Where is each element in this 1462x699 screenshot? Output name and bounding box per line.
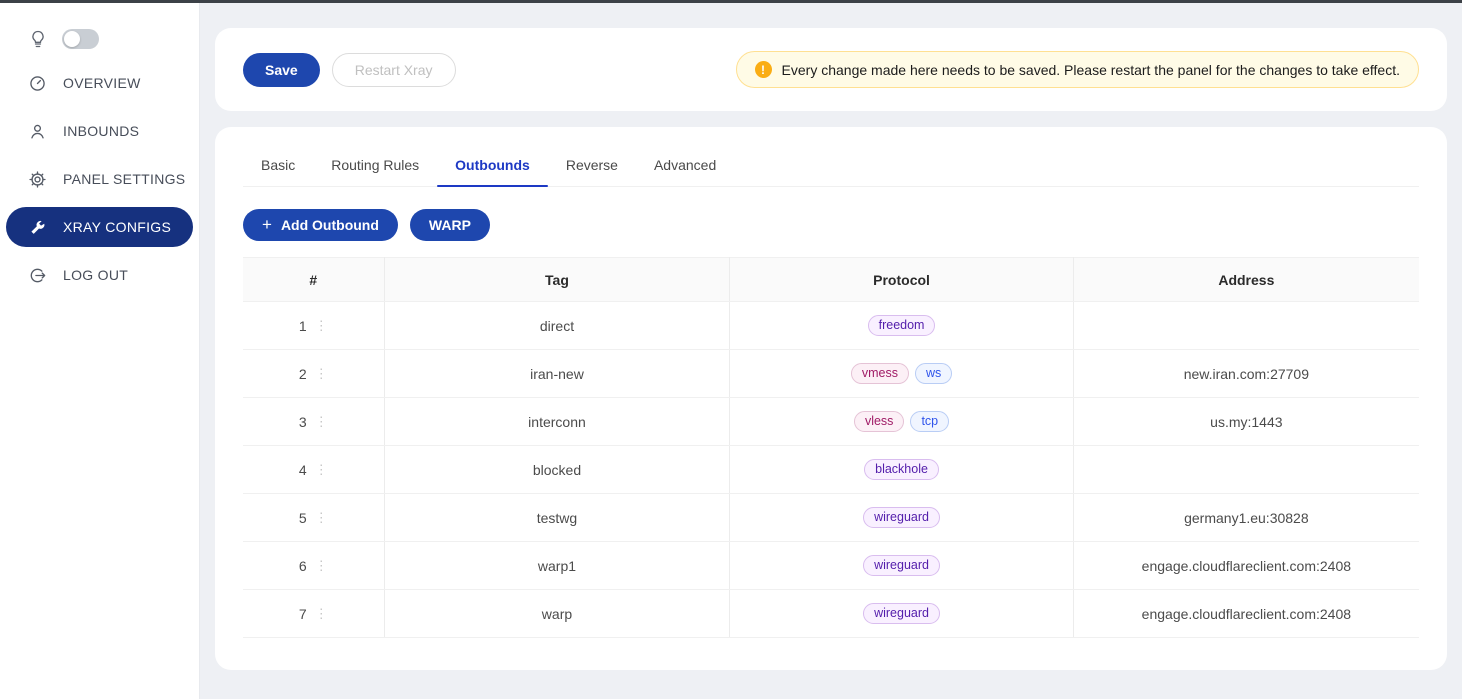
warning-alert-text: Every change made here needs to be saved… — [782, 62, 1400, 78]
protocol-badge: vmess — [851, 363, 909, 384]
sidebar-nav: OVERVIEW INBOUNDS PANEL SETTINGS XRAY CO… — [0, 63, 199, 295]
sidebar-item-overview[interactable]: OVERVIEW — [6, 63, 193, 103]
sidebar-item-xray-configs[interactable]: XRAY CONFIGS — [6, 207, 193, 247]
address-cell: engage.cloudflareclient.com:2408 — [1073, 590, 1419, 638]
logout-icon — [28, 266, 47, 285]
address-cell: engage.cloudflareclient.com:2408 — [1073, 542, 1419, 590]
warp-button[interactable]: WARP — [410, 209, 490, 241]
transport-badge: tcp — [910, 411, 949, 432]
protocol-cell: vmessws — [730, 350, 1073, 398]
protocol-badge: freedom — [868, 315, 936, 336]
sidebar-item-label: PANEL SETTINGS — [63, 171, 185, 187]
tag-cell: testwg — [384, 494, 730, 542]
toggle-knob — [64, 31, 80, 47]
sidebar-item-label: INBOUNDS — [63, 123, 139, 139]
row-number: 7 — [299, 606, 307, 622]
table-row: 1 ⋮ direct freedom — [243, 302, 1419, 350]
row-number: 4 — [299, 462, 307, 478]
main-content: Save Restart Xray ! Every change made he… — [200, 3, 1462, 699]
dark-mode-toggle[interactable] — [62, 29, 99, 49]
row-menu-handle-icon[interactable]: ⋮ — [315, 414, 328, 430]
sidebar-item-inbounds[interactable]: INBOUNDS — [6, 111, 193, 151]
row-number: 6 — [299, 558, 307, 574]
actions-card: Save Restart Xray ! Every change made he… — [215, 28, 1447, 111]
table-row: 7 ⋮ warp wireguard engage.cloudflareclien… — [243, 590, 1419, 638]
table-row: 5 ⋮ testwg wireguard germany1.eu:30828 — [243, 494, 1419, 542]
tag-cell: warp — [384, 590, 730, 638]
configs-card: Basic Routing Rules Outbounds Reverse Ad… — [215, 127, 1447, 670]
column-header-tag: Tag — [384, 258, 730, 302]
address-cell: new.iran.com:27709 — [1073, 350, 1419, 398]
gear-icon — [28, 170, 47, 189]
warning-alert: ! Every change made here needs to be sav… — [736, 51, 1419, 88]
protocol-cell: wireguard — [730, 590, 1073, 638]
transport-badge: ws — [915, 363, 952, 384]
tab-advanced[interactable]: Advanced — [636, 147, 734, 186]
tag-cell: iran-new — [384, 350, 730, 398]
warning-icon: ! — [755, 61, 772, 78]
tab-bar: Basic Routing Rules Outbounds Reverse Ad… — [243, 147, 1419, 187]
sidebar-item-label: OVERVIEW — [63, 75, 141, 91]
protocol-cell: blackhole — [730, 446, 1073, 494]
row-menu-handle-icon[interactable]: ⋮ — [315, 318, 328, 334]
protocol-badge: wireguard — [863, 555, 940, 576]
sidebar: OVERVIEW INBOUNDS PANEL SETTINGS XRAY CO… — [0, 3, 200, 699]
row-menu-handle-icon[interactable]: ⋮ — [315, 366, 328, 382]
protocol-cell: freedom — [730, 302, 1073, 350]
row-menu-handle-icon[interactable]: ⋮ — [315, 462, 328, 478]
outbounds-table: # Tag Protocol Address 1 ⋮ direct freedom — [243, 257, 1419, 638]
outbounds-toolbar: + Add Outbound WARP — [243, 209, 1419, 241]
row-menu-handle-icon[interactable]: ⋮ — [315, 510, 328, 526]
tab-reverse[interactable]: Reverse — [548, 147, 636, 186]
address-cell: germany1.eu:30828 — [1073, 494, 1419, 542]
row-number: 3 — [299, 414, 307, 430]
tag-cell: blocked — [384, 446, 730, 494]
row-menu-handle-icon[interactable]: ⋮ — [315, 558, 328, 574]
wrench-icon — [28, 218, 47, 237]
table-row: 4 ⋮ blocked blackhole — [243, 446, 1419, 494]
protocol-cell: wireguard — [730, 494, 1073, 542]
address-cell — [1073, 446, 1419, 494]
column-header-address: Address — [1073, 258, 1419, 302]
sidebar-item-panel-settings[interactable]: PANEL SETTINGS — [6, 159, 193, 199]
protocol-badge: wireguard — [863, 507, 940, 528]
row-number: 1 — [299, 318, 307, 334]
tab-outbounds[interactable]: Outbounds — [437, 147, 548, 186]
table-row: 3 ⋮ interconn vless tcp us.my:1443 — [243, 398, 1419, 446]
dashboard-icon — [28, 74, 47, 93]
plus-icon: + — [262, 218, 272, 232]
address-cell: us.my:1443 — [1073, 398, 1419, 446]
tab-routing-rules[interactable]: Routing Rules — [313, 147, 437, 186]
protocol-badge: blackhole — [864, 459, 939, 480]
column-header-number: # — [243, 258, 384, 302]
add-outbound-button[interactable]: + Add Outbound — [243, 209, 398, 241]
tag-cell: interconn — [384, 398, 730, 446]
app: OVERVIEW INBOUNDS PANEL SETTINGS XRAY CO… — [0, 3, 1462, 699]
add-outbound-label: Add Outbound — [281, 217, 379, 233]
protocol-badge: wireguard — [863, 603, 940, 624]
row-number: 5 — [299, 510, 307, 526]
lightbulb-icon — [28, 29, 48, 49]
protocol-cell: vless tcp — [730, 398, 1073, 446]
restart-xray-button[interactable]: Restart Xray — [332, 53, 456, 87]
theme-toggle-row — [0, 3, 199, 55]
save-button[interactable]: Save — [243, 53, 320, 87]
tab-basic[interactable]: Basic — [243, 147, 313, 186]
table-row: 2 ⋮ iran-new vmessws new.iran.com:27709 — [243, 350, 1419, 398]
address-cell — [1073, 302, 1419, 350]
protocol-badge: vless — [854, 411, 904, 432]
sidebar-item-label: XRAY CONFIGS — [63, 219, 171, 235]
sidebar-item-label: LOG OUT — [63, 267, 128, 283]
tag-cell: warp1 — [384, 542, 730, 590]
row-menu-handle-icon[interactable]: ⋮ — [315, 606, 328, 622]
protocol-cell: wireguard — [730, 542, 1073, 590]
table-header-row: # Tag Protocol Address — [243, 258, 1419, 302]
column-header-protocol: Protocol — [730, 258, 1073, 302]
user-icon — [28, 122, 47, 141]
tag-cell: direct — [384, 302, 730, 350]
row-number: 2 — [299, 366, 307, 382]
sidebar-item-log-out[interactable]: LOG OUT — [6, 255, 193, 295]
table-row: 6 ⋮ warp1 wireguard engage.cloudflareclie… — [243, 542, 1419, 590]
